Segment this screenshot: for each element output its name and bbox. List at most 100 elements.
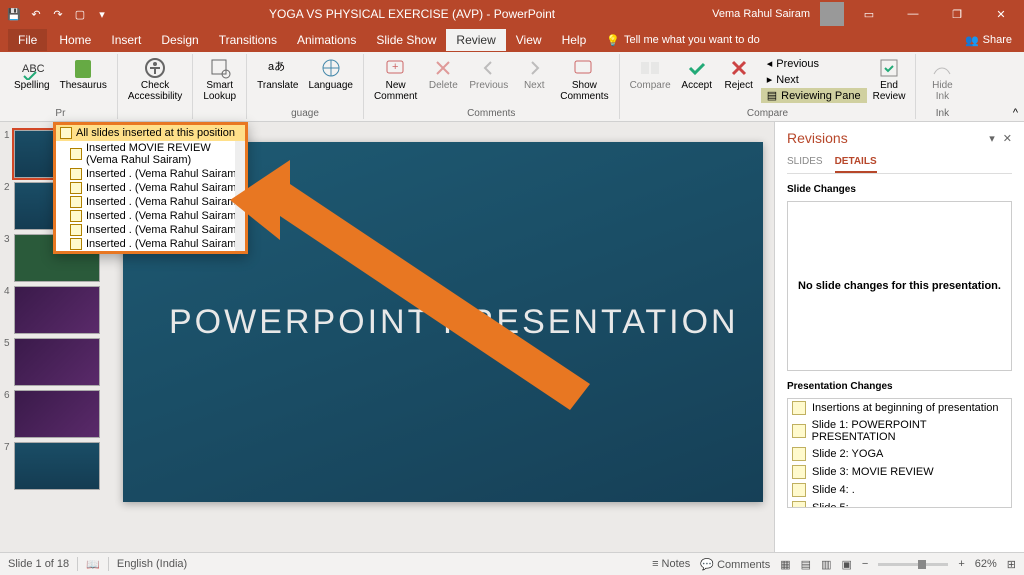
translate-button[interactable]: aあTranslate	[253, 54, 302, 93]
popup-item[interactable]: Inserted MOVIE REVIEW (Vema Rahul Sairam…	[56, 141, 245, 167]
revisions-tab-slides[interactable]: SLIDES	[787, 152, 823, 173]
fit-to-window-icon[interactable]: ⊞	[1007, 558, 1016, 571]
popup-item[interactable]: Inserted . (Vema Rahul Sairam)	[56, 237, 245, 251]
reviewing-pane-button[interactable]: ▤Reviewing Pane	[761, 88, 867, 103]
presentation-changes-list[interactable]: Insertions at beginning of presentation …	[787, 398, 1012, 508]
reading-view-icon[interactable]: ▥	[821, 558, 831, 571]
tab-transitions[interactable]: Transitions	[209, 29, 287, 51]
show-comments-button[interactable]: Show Comments	[556, 54, 612, 104]
ribbon-display-icon[interactable]: ▭	[850, 4, 888, 24]
tab-design[interactable]: Design	[151, 29, 208, 51]
tab-review[interactable]: Review	[446, 29, 505, 51]
tab-animations[interactable]: Animations	[287, 29, 366, 51]
reject-icon	[727, 56, 751, 80]
popup-item[interactable]: Inserted . (Vema Rahul Sairam)	[56, 195, 245, 209]
ribbon: ABCSpelling Thesaurus Pr Check Accessibi…	[0, 52, 1024, 122]
maximize-icon[interactable]: ❐	[938, 4, 976, 24]
user-name[interactable]: Vema Rahul Sairam	[712, 8, 810, 20]
next-change-button[interactable]: ▸Next	[761, 72, 867, 87]
next-comment-button[interactable]: Next	[514, 54, 554, 93]
translate-icon: aあ	[266, 56, 290, 80]
previous-comment-button[interactable]: Previous	[465, 54, 512, 93]
tab-file[interactable]: File	[8, 29, 47, 51]
end-review-button[interactable]: End Review	[869, 54, 910, 104]
presentation-change-item[interactable]: Slide 1: POWERPOINT PRESENTATION	[788, 417, 1011, 445]
bulb-icon: 💡	[606, 34, 620, 47]
popup-item[interactable]: Inserted . (Vema Rahul Sairam)	[56, 209, 245, 223]
popup-header[interactable]: All slides inserted at this position	[56, 125, 245, 141]
presentation-change-item[interactable]: Slide 5: .	[788, 499, 1011, 508]
collapse-ribbon-icon[interactable]: ^	[1013, 107, 1018, 119]
tab-help[interactable]: Help	[552, 29, 597, 51]
compare-button[interactable]: Compare	[626, 54, 675, 93]
tab-home[interactable]: Home	[49, 29, 101, 51]
language-icon	[319, 56, 343, 80]
check-accessibility-button[interactable]: Check Accessibility	[124, 54, 186, 104]
ribbon-tabs: File Home Insert Design Transitions Anim…	[0, 28, 1024, 52]
presentation-change-item[interactable]: Slide 3: MOVIE REVIEW	[788, 463, 1011, 481]
show-comments-icon	[572, 56, 596, 80]
popup-scrollbar[interactable]	[235, 141, 245, 251]
zoom-level[interactable]: 62%	[975, 558, 997, 570]
previous-change-button[interactable]: ◂Previous	[761, 56, 867, 71]
qat-dropdown-icon[interactable]: ▾	[92, 4, 112, 24]
delete-comment-button[interactable]: Delete	[423, 54, 463, 93]
slide-thumbnail[interactable]	[14, 442, 100, 490]
close-icon[interactable]: ✕	[982, 4, 1020, 24]
dropdown-icon[interactable]: ▾	[989, 132, 995, 145]
avatar[interactable]	[820, 2, 844, 26]
revisions-tab-details[interactable]: DETAILS	[835, 152, 877, 173]
save-icon[interactable]: 💾	[4, 4, 24, 24]
zoom-out-icon[interactable]: −	[862, 558, 868, 570]
slide-title[interactable]: POWERPOINT PRESENTATION	[169, 303, 739, 342]
presentation-change-item[interactable]: Slide 4: .	[788, 481, 1011, 499]
redo-icon[interactable]: ↷	[48, 4, 68, 24]
revisions-title: Revisions	[787, 130, 981, 146]
notes-button[interactable]: ≡ Notes	[652, 558, 690, 570]
accept-button[interactable]: Accept	[677, 54, 717, 93]
undo-icon[interactable]: ↶	[26, 4, 46, 24]
close-pane-icon[interactable]: ✕	[1003, 132, 1012, 145]
sorter-view-icon[interactable]: ▤	[801, 558, 811, 571]
presentation-change-item[interactable]: Insertions at beginning of presentation	[788, 399, 1011, 417]
slide-changes-box: No slide changes for this presentation.	[787, 201, 1012, 371]
svg-text:+: +	[392, 61, 398, 73]
revisions-pane: Revisions ▾ ✕ SLIDES DETAILS Slide Chang…	[774, 122, 1024, 552]
reject-button[interactable]: Reject	[719, 54, 759, 93]
new-comment-button[interactable]: +New Comment	[370, 54, 421, 104]
spelling-button[interactable]: ABCSpelling	[10, 54, 54, 93]
titlebar: 💾 ↶ ↷ ▢ ▾ YOGA VS PHYSICAL EXERCISE (AVP…	[0, 0, 1024, 28]
zoom-slider[interactable]	[878, 563, 948, 566]
start-from-beginning-icon[interactable]: ▢	[70, 4, 90, 24]
tab-view[interactable]: View	[506, 29, 552, 51]
slide-counter[interactable]: Slide 1 of 18	[8, 558, 69, 570]
svg-text:aあ: aあ	[268, 60, 285, 73]
popup-item[interactable]: Inserted . (Vema Rahul Sairam)	[56, 181, 245, 195]
revision-popup[interactable]: All slides inserted at this position Ins…	[53, 122, 248, 254]
popup-item[interactable]: Inserted . (Vema Rahul Sairam)	[56, 167, 245, 181]
slide-thumbnail[interactable]	[14, 286, 100, 334]
language-button[interactable]: Language	[304, 54, 357, 93]
zoom-in-icon[interactable]: +	[958, 558, 964, 570]
accessibility-icon	[143, 56, 167, 80]
share-button[interactable]: 👥Share	[965, 34, 1012, 47]
tab-insert[interactable]: Insert	[101, 29, 151, 51]
language-status[interactable]: English (India)	[117, 558, 187, 570]
slide-thumbnail[interactable]	[14, 390, 100, 438]
hide-ink-button[interactable]: Hide Ink	[922, 54, 962, 104]
normal-view-icon[interactable]: ▦	[780, 558, 790, 571]
presentation-change-item[interactable]: Slide 2: YOGA	[788, 445, 1011, 463]
accept-icon	[685, 56, 709, 80]
popup-item[interactable]: Inserted . (Vema Rahul Sairam)	[56, 223, 245, 237]
delete-icon	[431, 56, 455, 80]
thesaurus-button[interactable]: Thesaurus	[56, 54, 111, 93]
spell-check-icon[interactable]: 📖	[86, 558, 100, 571]
tell-me[interactable]: 💡Tell me what you want to do	[606, 34, 759, 47]
smart-lookup-button[interactable]: Smart Lookup	[199, 54, 240, 104]
comments-button[interactable]: 💬 Comments	[700, 558, 770, 571]
tab-slideshow[interactable]: Slide Show	[366, 29, 446, 51]
slideshow-view-icon[interactable]: ▣	[841, 558, 851, 571]
slide-thumbnail[interactable]	[14, 338, 100, 386]
next-icon	[522, 56, 546, 80]
minimize-icon[interactable]: —	[894, 4, 932, 24]
